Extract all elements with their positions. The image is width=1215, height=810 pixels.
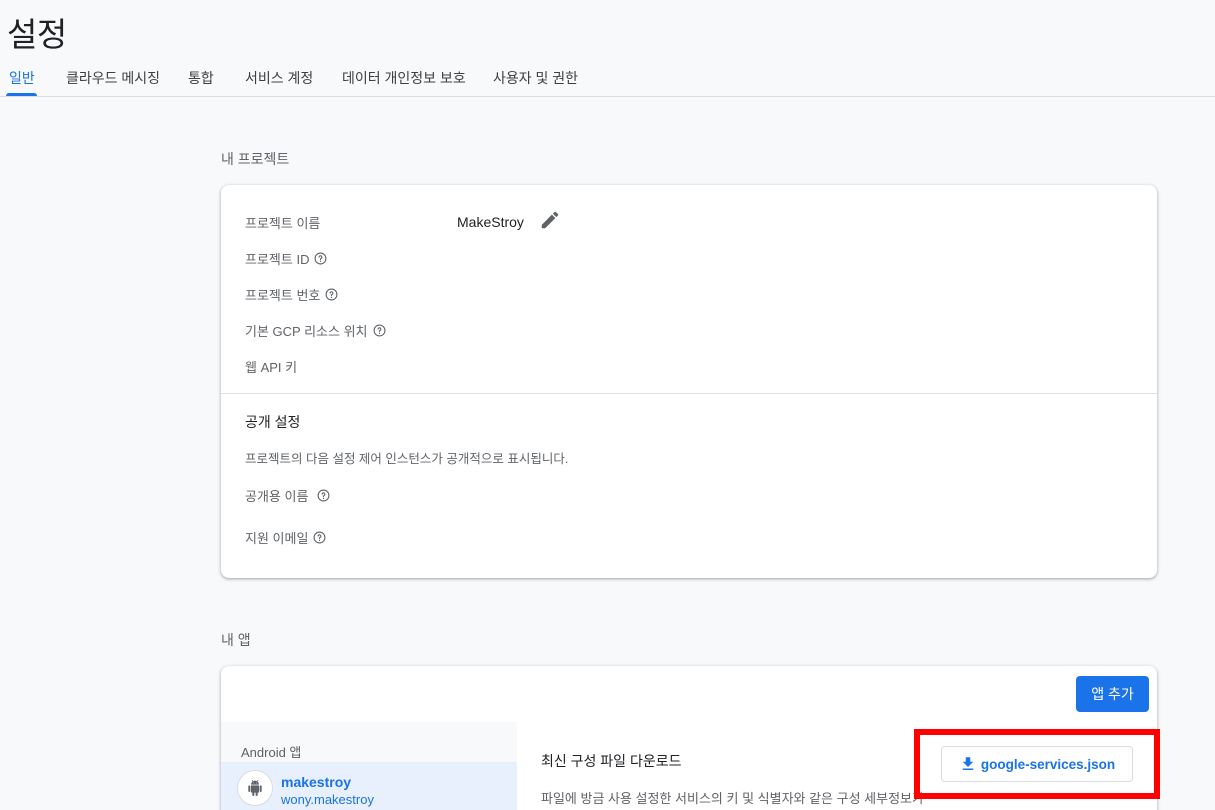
pencil-icon[interactable]	[539, 209, 561, 231]
active-tab-indicator	[6, 93, 37, 96]
help-icon[interactable]	[325, 288, 338, 301]
project-name-value: MakeStroy	[457, 214, 524, 230]
public-settings-description: 프로젝트의 다음 설정 제어 인스턴스가 공개적으로 표시됩니다.	[245, 452, 569, 466]
apps-list-pane: Android 앱 makestroy wony.makestroy	[221, 722, 517, 810]
settings-tabs: 일반 클라우드 메시징 통합 서비스 계정 데이터 개인정보 보호 사용자 및 …	[0, 58, 1215, 97]
gcp-location-row: 기본 GCP 리소스 위치	[245, 321, 386, 340]
public-name-row: 공개용 이름	[245, 486, 330, 505]
tab-users-permissions[interactable]: 사용자 및 권한	[493, 68, 578, 88]
tab-data-privacy[interactable]: 데이터 개인정보 보호	[342, 68, 466, 88]
download-config-description: 파일에 방금 사용 설정한 서비스의 키 및 식별자와 같은 구성 세부정보가	[541, 791, 924, 806]
tab-integrations[interactable]: 통합	[188, 68, 214, 88]
android-icon	[237, 770, 273, 806]
project-name-label: 프로젝트 이름	[245, 216, 321, 231]
page-title: 설정	[7, 16, 67, 53]
support-email-row: 지원 이메일	[245, 528, 326, 547]
web-api-key-row: 웹 API 키	[245, 360, 298, 375]
app-package: wony.makestroy	[281, 792, 374, 807]
download-icon	[962, 757, 974, 770]
help-icon[interactable]	[313, 531, 326, 544]
card-divider	[221, 393, 1157, 394]
my-project-label: 내 프로젝트	[221, 151, 290, 167]
help-icon[interactable]	[314, 252, 327, 265]
tab-service-accounts[interactable]: 서비스 계정	[245, 68, 313, 88]
public-settings-title: 공개 설정	[245, 414, 301, 430]
download-google-services-button[interactable]: google-services.json	[941, 746, 1133, 782]
project-number-row: 프로젝트 번호	[245, 285, 338, 304]
tab-general[interactable]: 일반	[9, 68, 35, 88]
my-apps-label: 내 앱	[221, 632, 251, 648]
android-apps-header: Android 앱	[241, 745, 302, 760]
tab-cloud-messaging[interactable]: 클라우드 메시징	[66, 68, 160, 88]
download-button-label: google-services.json	[980, 756, 1116, 772]
help-icon[interactable]	[373, 324, 386, 337]
project-id-row: 프로젝트 ID	[245, 249, 327, 268]
app-list-item[interactable]: makestroy wony.makestroy	[221, 762, 517, 810]
add-app-button[interactable]: 앱 추가	[1076, 676, 1149, 712]
help-icon[interactable]	[317, 489, 330, 502]
project-card: 프로젝트 이름 MakeStroy 프로젝트 ID 프로젝트 번호 기본 GCP…	[221, 185, 1157, 578]
download-config-title: 최신 구성 파일 다운로드	[541, 753, 682, 769]
app-name: makestroy	[281, 774, 352, 790]
